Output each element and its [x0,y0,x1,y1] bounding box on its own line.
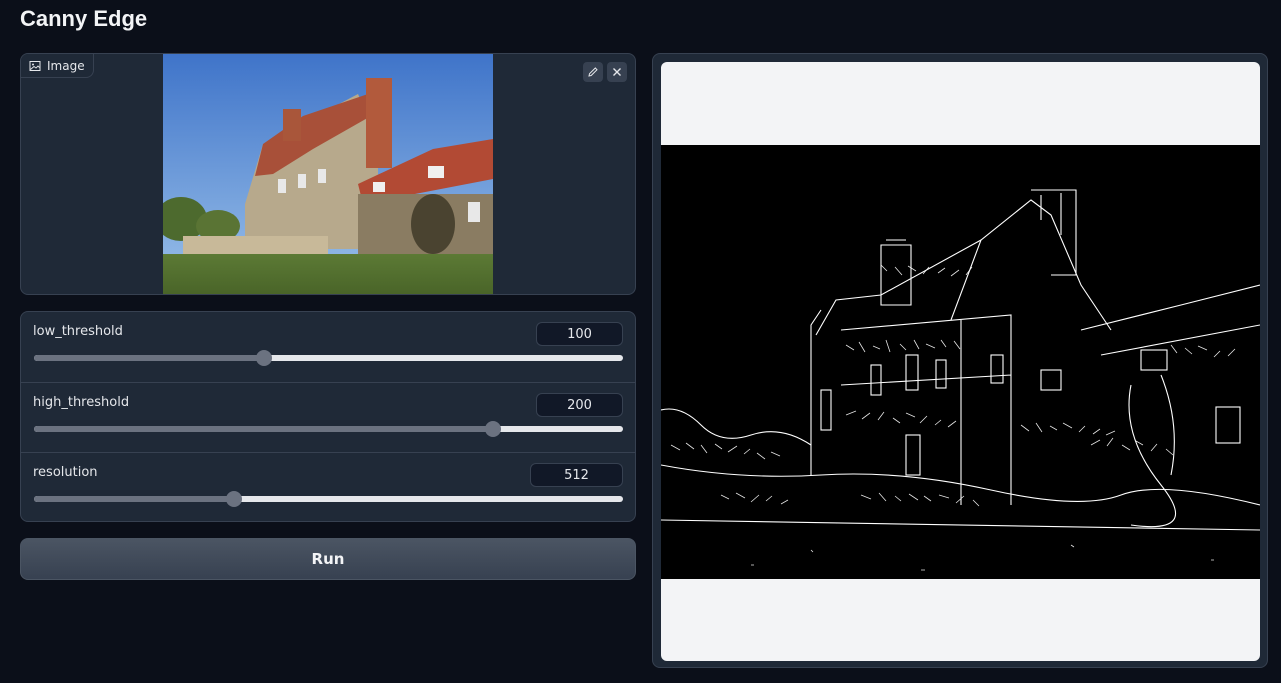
output-image-frame [661,62,1260,661]
slider-track[interactable] [34,421,623,437]
run-button[interactable]: Run [20,538,636,580]
output-image-panel [652,53,1268,668]
slider-resolution: resolution 512 [21,452,635,522]
slider-track[interactable] [34,350,623,366]
close-icon [613,68,621,76]
number-input[interactable]: 200 [536,393,623,417]
image-label-tag: Image [21,54,94,78]
image-label-text: Image [47,58,85,73]
slider-thumb[interactable] [226,491,243,507]
slider-track[interactable] [34,491,623,507]
slider-high-threshold: high_threshold 200 [21,382,635,452]
slider-fill [34,496,235,502]
controls-panel: low_threshold 100 high_threshold 200 res… [20,311,636,522]
slider-low-threshold: low_threshold 100 [21,312,635,382]
slider-fill [34,355,264,361]
edge-output-image [661,145,1260,579]
page-title: Canny Edge [20,6,148,31]
number-input[interactable]: 100 [536,322,623,346]
input-photo [163,54,493,294]
number-input[interactable]: 512 [530,463,623,487]
image-icon [29,60,41,71]
slider-thumb[interactable] [255,350,272,366]
slider-label: resolution [33,465,98,480]
slider-thumb[interactable] [485,421,502,437]
edit-button[interactable] [583,62,603,82]
pencil-icon [588,67,598,77]
slider-fill [34,426,494,432]
input-image-panel[interactable]: Image [20,53,636,295]
clear-image-button[interactable] [607,62,627,82]
slider-label: low_threshold [33,324,123,339]
slider-label: high_threshold [33,395,130,410]
